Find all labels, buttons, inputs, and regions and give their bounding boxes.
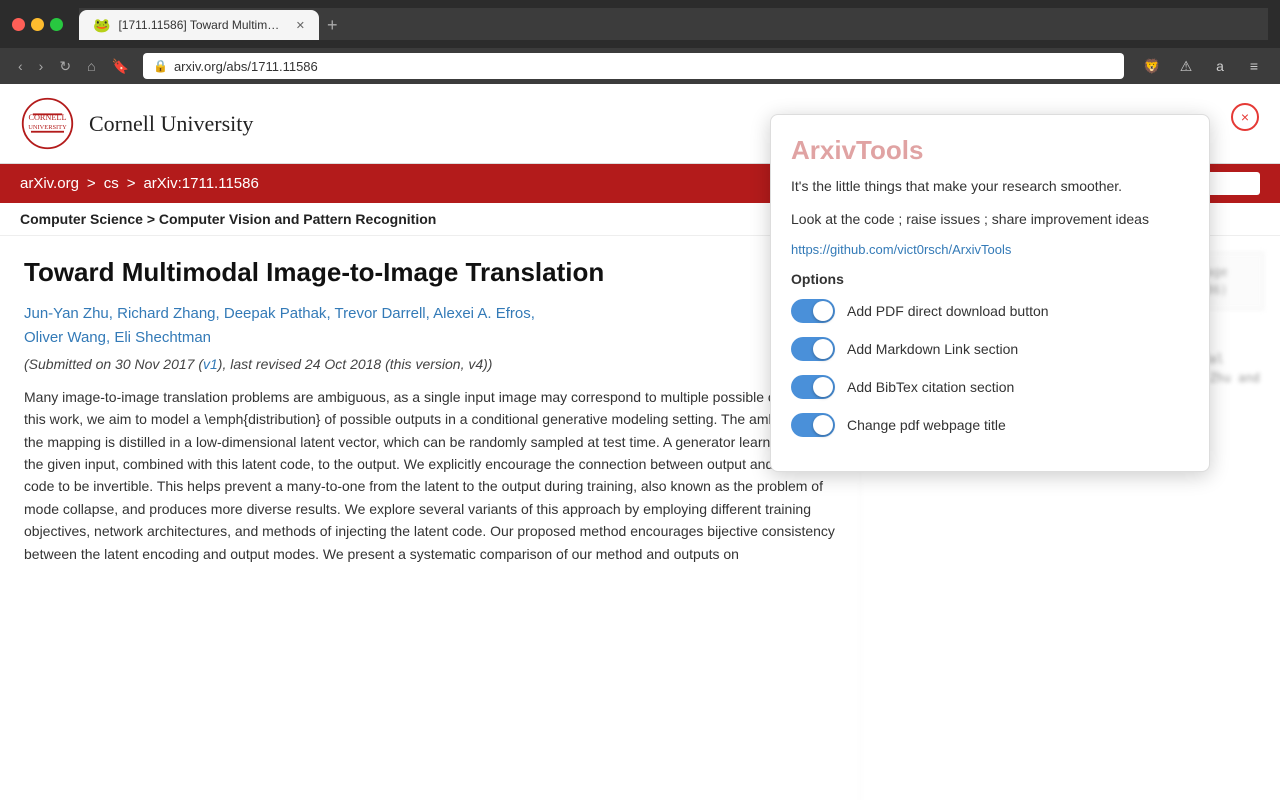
toggle-pdf-download[interactable] — [791, 299, 835, 323]
popup-title: ArxivTools — [791, 135, 1189, 166]
option-label-bibtex: Add BibTex citation section — [847, 379, 1014, 395]
toggle-bibtex-citation[interactable] — [791, 375, 835, 399]
address-bar[interactable]: 🔒 arxiv.org/abs/1711.11586 — [143, 53, 1124, 79]
traffic-lights — [12, 18, 63, 31]
popup-option-bibtex: Add BibTex citation section — [791, 375, 1189, 399]
popup-desc-2: Look at the code ; raise issues ; share … — [791, 209, 1189, 230]
arxivtools-popup[interactable]: ArxivTools It's the little things that m… — [770, 114, 1210, 472]
v1-link[interactable]: v1 — [203, 356, 218, 372]
popup-option-markdown: Add Markdown Link section — [791, 337, 1189, 361]
close-traffic-light[interactable] — [12, 18, 25, 31]
back-button[interactable]: ‹ — [12, 56, 29, 77]
popup-option-pdf: Add PDF direct download button — [791, 299, 1189, 323]
new-tab-button[interactable]: + — [319, 10, 346, 40]
extension-a-button[interactable]: a — [1206, 52, 1234, 80]
option-label-title: Change pdf webpage title — [847, 417, 1006, 433]
breadcrumb-text: Computer Science > Computer Vision and P… — [20, 211, 436, 227]
tab-favicon: 🐸 — [93, 17, 110, 34]
url-text: arxiv.org/abs/1711.11586 — [174, 59, 318, 74]
option-label-markdown: Add Markdown Link section — [847, 341, 1018, 357]
toggle-pdf-title[interactable] — [791, 413, 835, 437]
tab-bar: 🐸 [1711.11586] Toward Multimodal... ✕ + — [79, 8, 1268, 40]
browser-extension-buttons: 🦁 ⚠ a ≡ — [1138, 52, 1268, 80]
minimize-traffic-light[interactable] — [31, 18, 44, 31]
author-oliver-wang[interactable]: Oliver Wang — [24, 329, 106, 346]
reload-button[interactable]: ↻ — [53, 56, 77, 77]
paper-title: Toward Multimodal Image-to-Image Transla… — [24, 256, 836, 290]
author-eli-shechtman[interactable]: Eli Shechtman — [114, 329, 211, 346]
address-row: ‹ › ↻ ⌂ 🔖 🔒 arxiv.org/abs/1711.11586 🦁 ⚠… — [0, 48, 1280, 84]
tab-title: [1711.11586] Toward Multimodal... — [118, 18, 283, 32]
paper-dates: (Submitted on 30 Nov 2017 (v1), last rev… — [24, 356, 836, 372]
author-trevor-darrell[interactable]: Trevor Darrell — [335, 305, 426, 322]
forward-button[interactable]: › — [33, 56, 50, 77]
paper-main-content: Toward Multimodal Image-to-Image Transla… — [0, 236, 860, 800]
home-button[interactable]: ⌂ — [81, 56, 101, 77]
popup-github-link[interactable]: https://github.com/vict0rsch/ArxivTools — [791, 242, 1189, 257]
active-tab[interactable]: 🐸 [1711.11586] Toward Multimodal... ✕ — [79, 10, 319, 40]
cornell-university-name: Cornell University — [89, 111, 253, 137]
toggle-markdown-link[interactable] — [791, 337, 835, 361]
popup-desc-1: It's the little things that make your re… — [791, 176, 1189, 197]
popup-close-button[interactable]: × — [1231, 103, 1259, 131]
nav-cs-link[interactable]: cs — [104, 175, 119, 192]
nav-paper-link[interactable]: arXiv:1711.11586 — [143, 175, 258, 192]
popup-options-title: Options — [791, 271, 1189, 287]
popup-option-title: Change pdf webpage title — [791, 413, 1189, 437]
brave-shields-button[interactable]: 🦁 — [1138, 52, 1166, 80]
author-richard-zhang[interactable]: Richard Zhang — [117, 305, 215, 322]
option-label-pdf: Add PDF direct download button — [847, 303, 1049, 319]
extension-warning-button[interactable]: ⚠ — [1172, 52, 1200, 80]
nav-sep-2: > — [127, 175, 136, 192]
author-deepak-pathak[interactable]: Deepak Pathak — [224, 305, 327, 322]
navigation-buttons: ‹ › ↻ ⌂ 🔖 — [12, 56, 135, 77]
page-content: CORNELL UNIVERSITY Cornell University ar… — [0, 84, 1280, 800]
tab-close-button[interactable]: ✕ — [296, 19, 305, 32]
bookmark-button[interactable]: 🔖 — [106, 56, 135, 77]
paper-authors: Jun-Yan Zhu, Richard Zhang, Deepak Patha… — [24, 302, 836, 350]
author-alexei-efros[interactable]: Alexei A. Efros — [433, 305, 531, 322]
menu-button[interactable]: ≡ — [1240, 52, 1268, 80]
nav-sep-1: > — [87, 175, 96, 192]
lock-icon: 🔒 — [153, 59, 168, 73]
svg-text:UNIVERSITY: UNIVERSITY — [28, 124, 67, 131]
nav-arxiv-link[interactable]: arXiv.org — [20, 175, 79, 192]
paper-abstract: Many image-to-image translation problems… — [24, 386, 836, 565]
author-jun-yan-zhu[interactable]: Jun-Yan Zhu — [24, 305, 109, 322]
browser-chrome: 🐸 [1711.11586] Toward Multimodal... ✕ + — [0, 0, 1280, 48]
fullscreen-traffic-light[interactable] — [50, 18, 63, 31]
cornell-logo: CORNELL UNIVERSITY — [20, 96, 75, 151]
